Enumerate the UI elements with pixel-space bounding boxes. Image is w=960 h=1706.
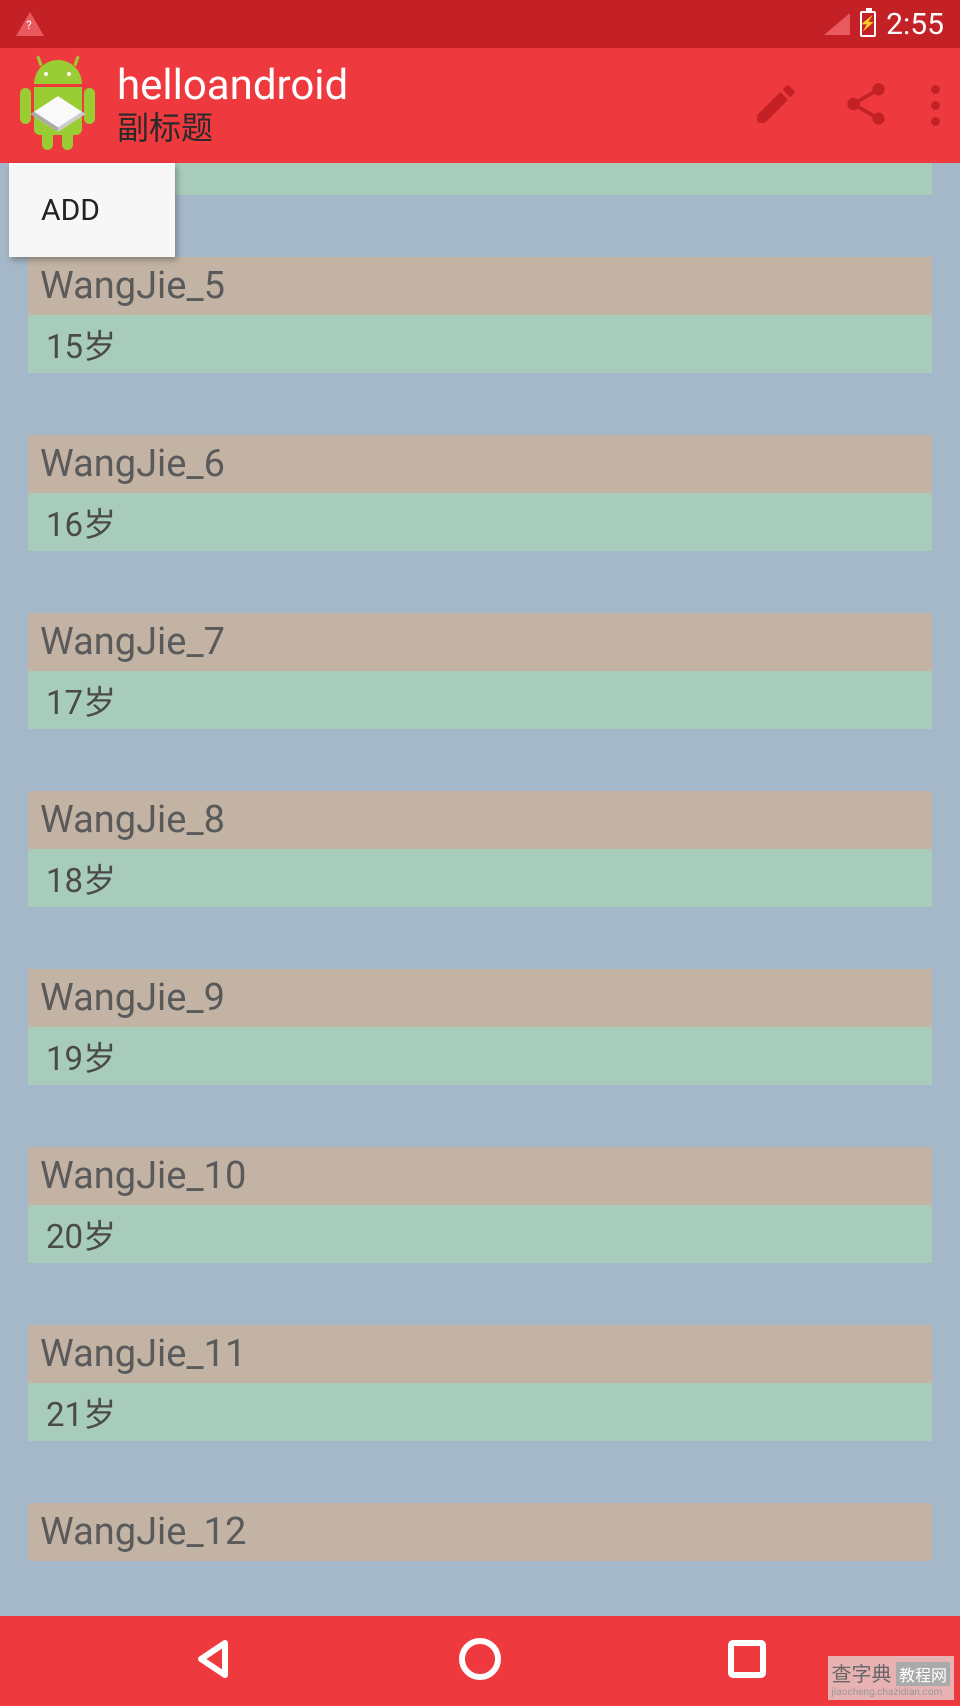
navigation-bar [0,1616,960,1706]
list-item[interactable]: WangJie_12 [28,1503,932,1561]
list-item-age: 20岁 [28,1205,932,1263]
list-item-name: WangJie_11 [28,1325,932,1383]
status-right: ⚡ 2:55 [824,7,944,42]
list-item-name: WangJie_12 [28,1503,932,1561]
toolbar-titles: helloandroid 副标题 [117,63,751,148]
list-item-age: 15岁 [28,315,932,373]
list-item[interactable]: WangJie_919岁 [28,969,932,1085]
app-toolbar: helloandroid 副标题 [0,48,960,163]
list-item[interactable]: WangJie_1121岁 [28,1325,932,1441]
list-item-age: 18岁 [28,849,932,907]
list-item-age: 16岁 [28,493,932,551]
watermark-url: jiaocheng.chazidian.com [832,1687,950,1698]
list-item[interactable]: WangJie_515岁 [28,257,932,373]
list-item-age: 17岁 [28,671,932,729]
watermark-text: 查字典 [832,1662,892,1686]
list-item[interactable]: WangJie_616岁 [28,435,932,551]
battery-charging-icon: ⚡ [860,11,876,37]
list-item-age: 19岁 [28,1027,932,1085]
home-button[interactable] [456,1635,504,1687]
signal-icon [824,13,850,35]
menu-item-add[interactable]: ADD [41,193,100,228]
list-view[interactable]: WangJie_515岁WangJie_616岁WangJie_717岁Wang… [0,257,960,1561]
recents-button[interactable] [723,1635,771,1687]
wifi-icon: ? [16,12,44,36]
app-icon [20,60,95,152]
app-subtitle: 副标题 [117,109,751,147]
list-item[interactable]: WangJie_818岁 [28,791,932,907]
share-icon[interactable] [841,79,891,133]
list-item-name: WangJie_10 [28,1147,932,1205]
list-item-name: WangJie_7 [28,613,932,671]
list-item[interactable]: WangJie_717岁 [28,613,932,729]
status-bar: ? ⚡ 2:55 [0,0,960,48]
overflow-menu-icon[interactable] [931,85,940,126]
watermark: 查字典 教程网 jiaocheng.chazidian.com [828,1656,954,1700]
list-item-name: WangJie_8 [28,791,932,849]
status-left: ? [16,12,44,36]
list-item-age: 21岁 [28,1383,932,1441]
list-item-name: WangJie_6 [28,435,932,493]
edit-icon[interactable] [751,79,801,133]
app-title: helloandroid [117,63,751,109]
list-item[interactable]: WangJie_1020岁 [28,1147,932,1263]
popup-menu: ADD [9,163,175,257]
list-item-name: WangJie_5 [28,257,932,315]
back-button[interactable] [189,1635,237,1687]
list-item-name: WangJie_9 [28,969,932,1027]
watermark-box: 教程网 [896,1662,950,1686]
status-clock: 2:55 [886,7,944,42]
toolbar-actions [751,79,940,133]
